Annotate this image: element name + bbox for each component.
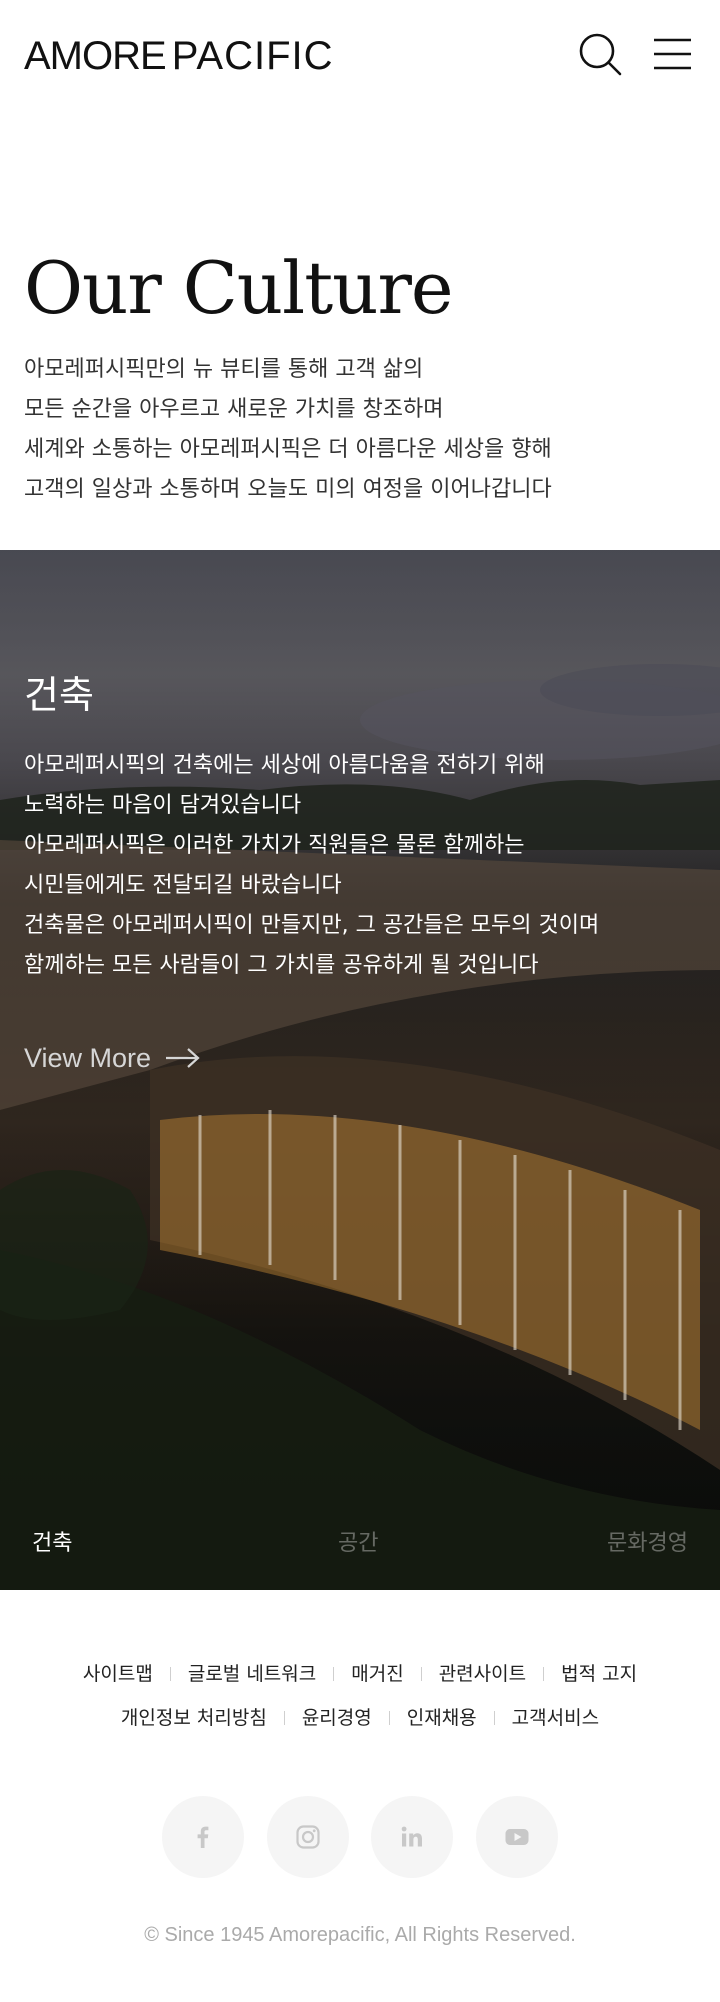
linkedin-button[interactable] [371,1796,454,1878]
footer-link-related-sites[interactable]: 관련사이트 [439,1660,526,1688]
footer-link-magazine[interactable]: 매거진 [351,1660,403,1688]
intro-line: 고객의 일상과 소통하며 오늘도 미의 여정을 이어나갑니다 [24,477,552,502]
footer-links-row-1: 사이트맵 글로벌 네트워크 매거진 관련사이트 법적 고지 [0,1660,720,1688]
architecture-feature-section: 건축 아모레퍼시픽의 건축에는 세상에 아름다움을 전하기 위해 노력하는 마음… [0,550,720,1590]
facebook-icon [197,1826,209,1848]
tab-architecture[interactable]: 건축 [32,1522,72,1566]
divider [333,1667,335,1681]
feature-line: 건축물은 아모레퍼시픽이 만들지만, 그 공간들은 모두의 것이며 [24,913,600,938]
instagram-button[interactable] [266,1796,349,1878]
youtube-icon [505,1829,529,1845]
footer-link-sitemap[interactable]: 사이트맵 [83,1660,153,1688]
tab-culture-management[interactable]: 문화경영 [607,1522,688,1566]
footer-link-ethics[interactable]: 윤리경영 [302,1704,372,1732]
footer-link-global-network[interactable]: 글로벌 네트워크 [188,1660,316,1688]
feature-line: 함께하는 모든 사람들이 그 가치를 공유하게 될 것입니다 [24,953,539,978]
intro-line: 모든 순간을 아우르고 새로운 가치를 창조하며 [24,397,444,422]
footer-links: 사이트맵 글로벌 네트워크 매거진 관련사이트 법적 고지 개인정보 처리방침 … [0,1660,720,1748]
copyright-text: © Since 1945 Amorepacific, All Rights Re… [144,1924,576,1946]
intro-description: 아모레퍼시픽만의 뉴 뷰티를 통해 고객 삶의 모든 순간을 아우르고 새로운 … [24,350,696,510]
feature-line: 아모레퍼시픽의 건축에는 세상에 아름다움을 전하기 위해 [24,753,545,778]
social-links [162,1796,558,1878]
site-header: AMORE PACIFIC [0,0,720,112]
menu-button[interactable] [651,32,695,76]
intro-line: 세계와 소통하는 아모레퍼시픽은 더 아름다운 세상을 향해 [24,437,552,462]
amorepacific-logo[interactable]: AMORE PACIFIC [24,36,334,76]
divider [283,1711,285,1725]
arrow-right-icon [166,1048,200,1068]
logo-text-amore: AMORE [24,34,167,78]
view-more-label: View More [24,1042,152,1073]
feature-line: 아모레퍼시픽은 이러한 가치가 직원들은 물론 함께하는 [24,833,525,858]
tab-space[interactable]: 공간 [338,1522,378,1566]
feature-line: 시민들에게도 전달되길 바랐습니다 [24,873,342,898]
footer-link-privacy-policy[interactable]: 개인정보 처리방침 [121,1704,267,1732]
youtube-button[interactable] [475,1796,558,1878]
feature-title: 건축 [24,673,94,717]
divider [388,1711,390,1725]
footer-link-careers[interactable]: 인재채용 [407,1704,477,1732]
hamburger-menu-icon [654,38,691,70]
instagram-icon [296,1825,320,1849]
facebook-button[interactable] [162,1796,244,1878]
footer-link-customer-service[interactable]: 고객서비스 [512,1704,599,1732]
logo-text-pacific: PACIFIC [171,34,334,78]
search-icon [579,33,622,76]
intro-line: 아모레퍼시픽만의 뉴 뷰티를 통해 고객 삶의 [24,357,424,382]
divider [493,1711,495,1725]
divider [420,1667,422,1681]
divider [543,1667,545,1681]
divider [169,1667,171,1681]
footer-link-legal-notice[interactable]: 법적 고지 [561,1660,637,1688]
feature-description: 아모레퍼시픽의 건축에는 세상에 아름다움을 전하기 위해 노력하는 마음이 담… [24,746,696,986]
feature-line: 노력하는 마음이 담겨있습니다 [24,793,302,818]
feature-tabs: 건축 공간 문화경영 [0,1522,720,1566]
view-more-link[interactable]: View More [24,1038,201,1078]
footer-links-row-2: 개인정보 처리방침 윤리경영 인재채용 고객서비스 [0,1704,720,1732]
search-button[interactable] [578,32,622,76]
linkedin-icon [402,1826,423,1847]
page-title: Our Culture [24,246,454,330]
